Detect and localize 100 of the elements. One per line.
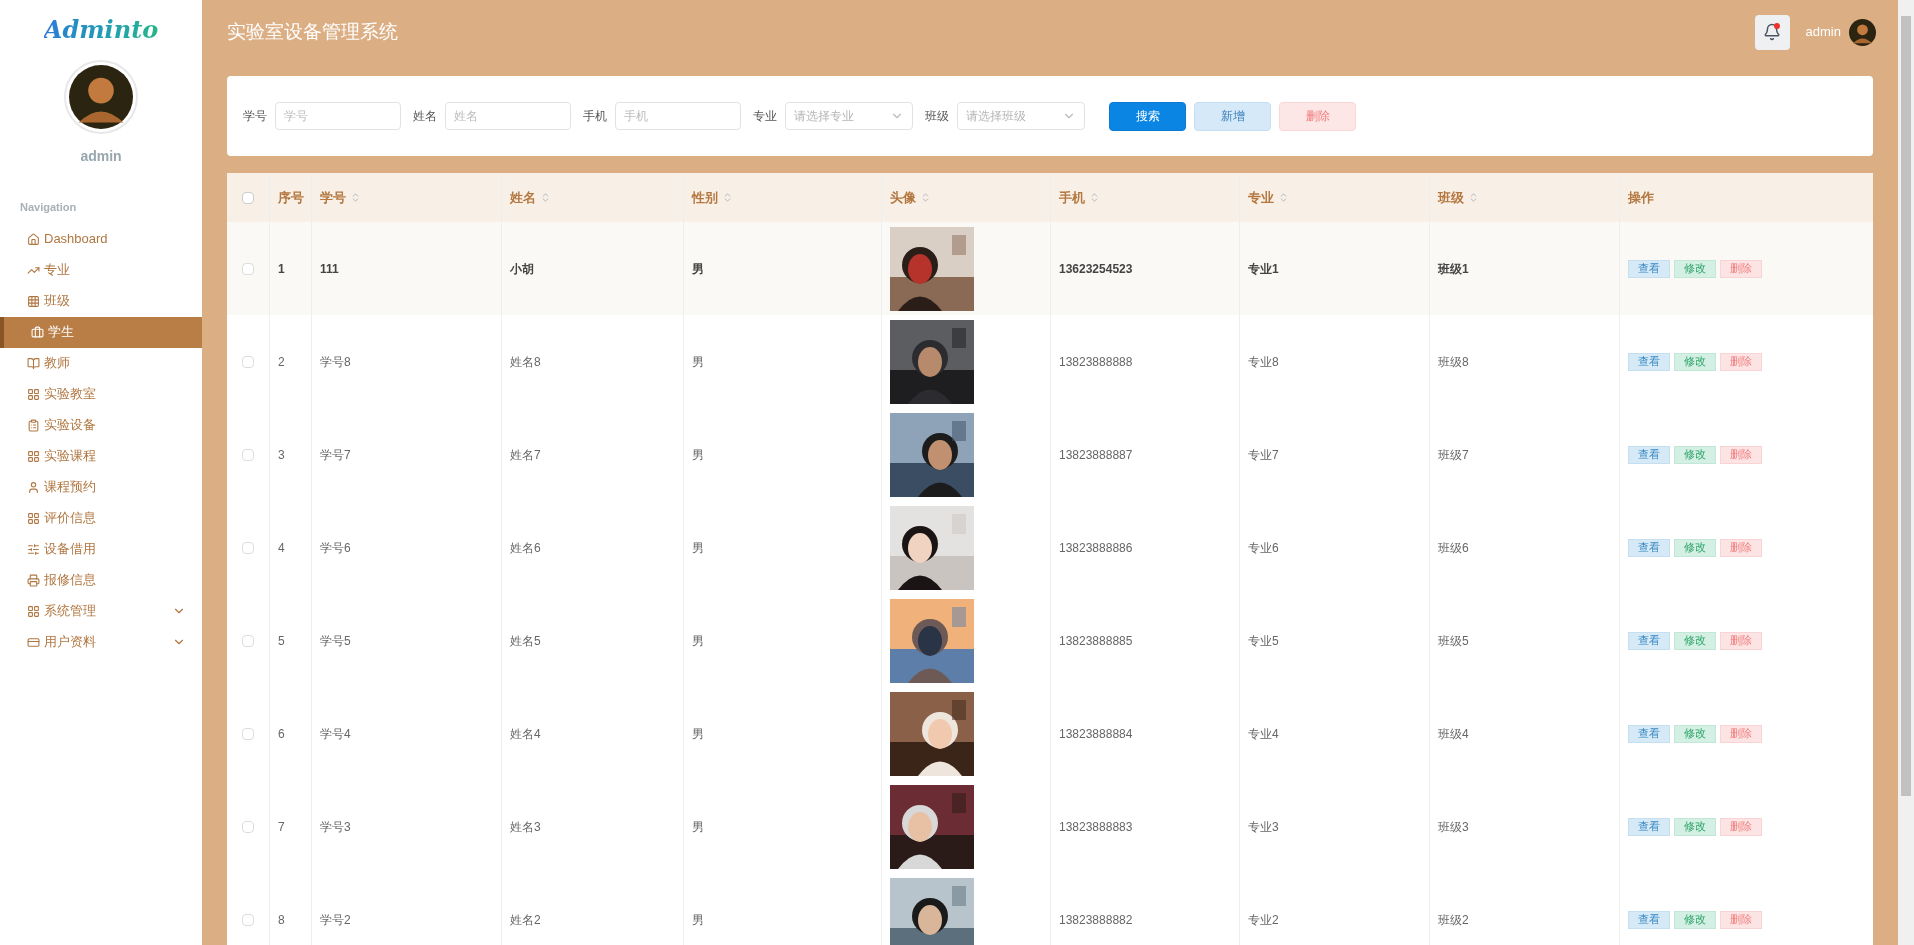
table-cell-text: 班级2 <box>1438 911 1469 929</box>
table-cell-text: 男 <box>692 353 704 371</box>
nav-item[interactable]: 用户资料 <box>0 626 202 658</box>
row-action-button[interactable]: 删除 <box>1720 352 1762 371</box>
row-action-button[interactable]: 删除 <box>1720 910 1762 929</box>
nav-item[interactable]: 设备借用 <box>0 533 202 565</box>
row-action-button[interactable]: 查看 <box>1628 259 1670 278</box>
nav-item[interactable]: 课程预约 <box>0 471 202 503</box>
sort-icon <box>722 192 733 203</box>
card-icon <box>27 635 40 649</box>
row-action-button[interactable]: 修改 <box>1674 538 1716 557</box>
row-action-button[interactable]: 删除 <box>1720 817 1762 836</box>
checkbox[interactable] <box>242 727 254 740</box>
table-cell-text: 13823888888 <box>1059 353 1133 371</box>
table-cell-text: 姓名2 <box>510 911 541 929</box>
row-action-button[interactable]: 修改 <box>1674 724 1716 743</box>
nav-item[interactable]: 系统管理 <box>0 595 202 627</box>
column-header[interactable]: 姓名 <box>510 187 551 208</box>
table-cell-text: 姓名4 <box>510 725 541 743</box>
row-action-button[interactable]: 查看 <box>1628 445 1670 464</box>
row-action-button[interactable]: 查看 <box>1628 352 1670 371</box>
select-field[interactable]: 请选择班级 <box>957 102 1085 130</box>
table-cell-text: 8 <box>278 911 285 929</box>
checkbox[interactable] <box>242 634 254 647</box>
checkbox[interactable] <box>242 541 254 554</box>
action-button[interactable]: 删除 <box>1279 101 1356 131</box>
table-cell-text: 专业7 <box>1248 446 1279 464</box>
table-cell-text: 专业8 <box>1248 353 1279 371</box>
table-cell-text: 13823888884 <box>1059 725 1133 743</box>
row-action-button[interactable]: 修改 <box>1674 631 1716 650</box>
column-header[interactable]: 手机 <box>1059 187 1100 208</box>
input-field[interactable]: 姓名 <box>445 102 571 130</box>
table-cell-text: 专业4 <box>1248 725 1279 743</box>
table-cell-text: 班级7 <box>1438 446 1469 464</box>
home-icon <box>27 232 40 246</box>
nav-item[interactable]: 实验课程 <box>0 440 202 472</box>
column-header[interactable]: 班级 <box>1438 187 1479 208</box>
row-action-button[interactable]: 查看 <box>1628 910 1670 929</box>
table-cell-text: 专业6 <box>1248 539 1279 557</box>
scrollbar[interactable] <box>1898 0 1914 945</box>
row-action-button[interactable]: 删除 <box>1720 538 1762 557</box>
row-action-button[interactable]: 修改 <box>1674 817 1716 836</box>
table-cell-text: 男 <box>692 260 704 278</box>
table-cell-text: 3 <box>278 446 285 464</box>
nav-item[interactable]: 评价信息 <box>0 502 202 534</box>
column-header[interactable]: 专业 <box>1248 187 1289 208</box>
column-header[interactable]: 性别 <box>692 187 733 208</box>
action-button[interactable]: 新增 <box>1194 101 1271 131</box>
nav-item[interactable]: 学生 <box>0 316 202 348</box>
checkbox[interactable] <box>242 191 254 204</box>
checkbox[interactable] <box>242 820 254 833</box>
checkbox[interactable] <box>242 355 254 368</box>
table-cell-text: 2 <box>278 353 285 371</box>
table-cell-text: 专业5 <box>1248 632 1279 650</box>
header-user-name[interactable]: admin <box>1805 22 1841 42</box>
row-action-button[interactable]: 修改 <box>1674 352 1716 371</box>
notification-button[interactable] <box>1754 14 1790 50</box>
checkbox[interactable] <box>242 262 254 275</box>
table-cell-text: 学号3 <box>320 818 351 836</box>
action-button[interactable]: 搜索 <box>1109 101 1186 131</box>
table-cell-text: 学号7 <box>320 446 351 464</box>
nav-item[interactable]: 专业 <box>0 254 202 286</box>
select-field[interactable]: 请选择专业 <box>785 102 913 130</box>
row-action-button[interactable]: 删除 <box>1720 445 1762 464</box>
nav-item[interactable]: 实验教室 <box>0 378 202 410</box>
row-action-button[interactable]: 修改 <box>1674 259 1716 278</box>
row-action-button[interactable]: 查看 <box>1628 538 1670 557</box>
nav-item[interactable]: 实验设备 <box>0 409 202 441</box>
input-field[interactable]: 学号 <box>275 102 401 130</box>
row-action-button[interactable]: 删除 <box>1720 724 1762 743</box>
nav-item[interactable]: 报修信息 <box>0 564 202 596</box>
table-cell-text: 专业3 <box>1248 818 1279 836</box>
column-header[interactable]: 学号 <box>320 187 361 208</box>
row-action-button[interactable]: 修改 <box>1674 445 1716 464</box>
column-header: 操作 <box>1628 188 1654 207</box>
row-action-button[interactable]: 删除 <box>1720 259 1762 278</box>
table-cell-text: 专业1 <box>1248 260 1279 278</box>
row-action-button[interactable]: 删除 <box>1720 631 1762 650</box>
sort-icon <box>920 192 931 203</box>
table-cell-text: 13823888886 <box>1059 539 1133 557</box>
table-cell-text: 姓名6 <box>510 539 541 557</box>
book-icon <box>27 356 40 370</box>
table-cell-text: 13823888887 <box>1059 446 1133 464</box>
input-field[interactable]: 手机 <box>615 102 741 130</box>
row-action-button[interactable]: 查看 <box>1628 817 1670 836</box>
table-cell-text: 111 <box>320 260 339 278</box>
nav-item[interactable]: Dashboard <box>0 223 202 255</box>
table-cell-text: 6 <box>278 725 285 743</box>
nav-item[interactable]: 班级 <box>0 285 202 317</box>
sort-icon <box>350 192 361 203</box>
checkbox[interactable] <box>242 913 254 926</box>
row-action-button[interactable]: 查看 <box>1628 724 1670 743</box>
nav-item[interactable]: 教师 <box>0 347 202 379</box>
column-header[interactable]: 头像 <box>890 187 931 208</box>
table-row[interactable]: 1 111 小胡 男 13623254523 专业1 班级1 查看 修改 删除 <box>227 222 1873 315</box>
row-action-button[interactable]: 修改 <box>1674 910 1716 929</box>
grid-icon <box>27 294 40 308</box>
checkbox[interactable] <box>242 448 254 461</box>
table-cell-text: 7 <box>278 818 285 836</box>
row-action-button[interactable]: 查看 <box>1628 631 1670 650</box>
